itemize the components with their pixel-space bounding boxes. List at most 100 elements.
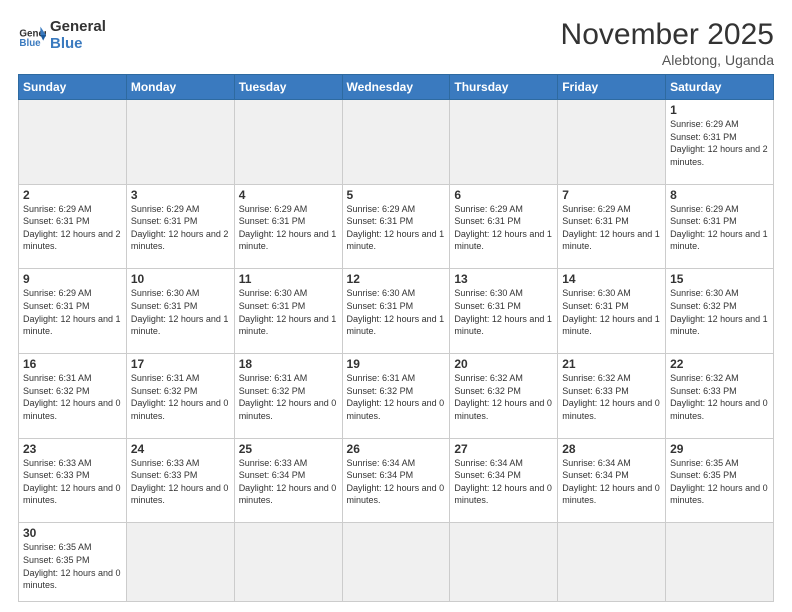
calendar-cell [342, 523, 450, 602]
calendar-cell: 8Sunrise: 6:29 AM Sunset: 6:31 PM Daylig… [666, 184, 774, 269]
page: General Blue General Blue November 2025 … [0, 0, 792, 612]
calendar-cell: 1Sunrise: 6:29 AM Sunset: 6:31 PM Daylig… [666, 100, 774, 185]
day-info: Sunrise: 6:34 AM Sunset: 6:34 PM Dayligh… [347, 457, 446, 507]
day-info: Sunrise: 6:29 AM Sunset: 6:31 PM Dayligh… [347, 203, 446, 253]
day-number: 28 [562, 442, 661, 456]
day-number: 4 [239, 188, 338, 202]
day-number: 26 [347, 442, 446, 456]
day-info: Sunrise: 6:34 AM Sunset: 6:34 PM Dayligh… [454, 457, 553, 507]
col-wednesday: Wednesday [342, 75, 450, 100]
day-info: Sunrise: 6:30 AM Sunset: 6:31 PM Dayligh… [562, 287, 661, 337]
day-number: 6 [454, 188, 553, 202]
day-number: 14 [562, 272, 661, 286]
col-thursday: Thursday [450, 75, 558, 100]
day-info: Sunrise: 6:34 AM Sunset: 6:34 PM Dayligh… [562, 457, 661, 507]
day-number: 19 [347, 357, 446, 371]
day-info: Sunrise: 6:29 AM Sunset: 6:31 PM Dayligh… [23, 203, 122, 253]
calendar-cell [234, 100, 342, 185]
day-number: 24 [131, 442, 230, 456]
col-friday: Friday [558, 75, 666, 100]
calendar-cell: 3Sunrise: 6:29 AM Sunset: 6:31 PM Daylig… [126, 184, 234, 269]
header: General Blue General Blue November 2025 … [18, 18, 774, 68]
day-info: Sunrise: 6:29 AM Sunset: 6:31 PM Dayligh… [670, 203, 769, 253]
calendar-cell [126, 100, 234, 185]
day-info: Sunrise: 6:29 AM Sunset: 6:31 PM Dayligh… [454, 203, 553, 253]
calendar-cell: 18Sunrise: 6:31 AM Sunset: 6:32 PM Dayli… [234, 354, 342, 439]
day-info: Sunrise: 6:35 AM Sunset: 6:35 PM Dayligh… [23, 541, 122, 591]
day-number: 13 [454, 272, 553, 286]
day-info: Sunrise: 6:29 AM Sunset: 6:31 PM Dayligh… [131, 203, 230, 253]
day-info: Sunrise: 6:29 AM Sunset: 6:31 PM Dayligh… [562, 203, 661, 253]
day-number: 9 [23, 272, 122, 286]
day-info: Sunrise: 6:29 AM Sunset: 6:31 PM Dayligh… [239, 203, 338, 253]
day-info: Sunrise: 6:30 AM Sunset: 6:31 PM Dayligh… [239, 287, 338, 337]
calendar-cell [450, 100, 558, 185]
calendar-cell: 9Sunrise: 6:29 AM Sunset: 6:31 PM Daylig… [19, 269, 127, 354]
calendar-cell: 7Sunrise: 6:29 AM Sunset: 6:31 PM Daylig… [558, 184, 666, 269]
day-number: 30 [23, 526, 122, 540]
logo-blue: Blue [50, 35, 106, 52]
col-sunday: Sunday [19, 75, 127, 100]
calendar-cell [558, 523, 666, 602]
day-info: Sunrise: 6:30 AM Sunset: 6:31 PM Dayligh… [131, 287, 230, 337]
day-number: 21 [562, 357, 661, 371]
calendar-table: Sunday Monday Tuesday Wednesday Thursday… [18, 74, 774, 602]
day-number: 3 [131, 188, 230, 202]
day-info: Sunrise: 6:32 AM Sunset: 6:32 PM Dayligh… [454, 372, 553, 422]
day-number: 11 [239, 272, 338, 286]
calendar-cell: 5Sunrise: 6:29 AM Sunset: 6:31 PM Daylig… [342, 184, 450, 269]
svg-text:Blue: Blue [19, 38, 41, 49]
calendar-cell: 11Sunrise: 6:30 AM Sunset: 6:31 PM Dayli… [234, 269, 342, 354]
day-number: 12 [347, 272, 446, 286]
day-number: 27 [454, 442, 553, 456]
calendar-cell [342, 100, 450, 185]
calendar-cell: 28Sunrise: 6:34 AM Sunset: 6:34 PM Dayli… [558, 438, 666, 523]
day-number: 25 [239, 442, 338, 456]
col-tuesday: Tuesday [234, 75, 342, 100]
day-info: Sunrise: 6:31 AM Sunset: 6:32 PM Dayligh… [23, 372, 122, 422]
calendar-cell: 4Sunrise: 6:29 AM Sunset: 6:31 PM Daylig… [234, 184, 342, 269]
day-info: Sunrise: 6:33 AM Sunset: 6:34 PM Dayligh… [239, 457, 338, 507]
calendar-cell: 26Sunrise: 6:34 AM Sunset: 6:34 PM Dayli… [342, 438, 450, 523]
day-info: Sunrise: 6:29 AM Sunset: 6:31 PM Dayligh… [23, 287, 122, 337]
day-number: 15 [670, 272, 769, 286]
calendar-cell: 19Sunrise: 6:31 AM Sunset: 6:32 PM Dayli… [342, 354, 450, 439]
day-info: Sunrise: 6:29 AM Sunset: 6:31 PM Dayligh… [670, 118, 769, 168]
calendar-cell: 2Sunrise: 6:29 AM Sunset: 6:31 PM Daylig… [19, 184, 127, 269]
col-saturday: Saturday [666, 75, 774, 100]
title-block: November 2025 Alebtong, Uganda [561, 18, 774, 68]
calendar-cell: 10Sunrise: 6:30 AM Sunset: 6:31 PM Dayli… [126, 269, 234, 354]
calendar-cell: 12Sunrise: 6:30 AM Sunset: 6:31 PM Dayli… [342, 269, 450, 354]
day-number: 29 [670, 442, 769, 456]
calendar-cell: 22Sunrise: 6:32 AM Sunset: 6:33 PM Dayli… [666, 354, 774, 439]
col-monday: Monday [126, 75, 234, 100]
day-number: 10 [131, 272, 230, 286]
calendar-cell: 25Sunrise: 6:33 AM Sunset: 6:34 PM Dayli… [234, 438, 342, 523]
day-info: Sunrise: 6:33 AM Sunset: 6:33 PM Dayligh… [131, 457, 230, 507]
location-label: Alebtong, Uganda [561, 52, 774, 68]
day-number: 18 [239, 357, 338, 371]
calendar-header-row: Sunday Monday Tuesday Wednesday Thursday… [19, 75, 774, 100]
calendar-cell [666, 523, 774, 602]
calendar-cell: 29Sunrise: 6:35 AM Sunset: 6:35 PM Dayli… [666, 438, 774, 523]
calendar-cell: 6Sunrise: 6:29 AM Sunset: 6:31 PM Daylig… [450, 184, 558, 269]
calendar-cell [234, 523, 342, 602]
calendar-cell: 16Sunrise: 6:31 AM Sunset: 6:32 PM Dayli… [19, 354, 127, 439]
calendar-cell [126, 523, 234, 602]
calendar-cell: 21Sunrise: 6:32 AM Sunset: 6:33 PM Dayli… [558, 354, 666, 439]
day-number: 17 [131, 357, 230, 371]
day-number: 5 [347, 188, 446, 202]
day-number: 8 [670, 188, 769, 202]
day-number: 7 [562, 188, 661, 202]
calendar-cell [19, 100, 127, 185]
month-year-title: November 2025 [561, 18, 774, 52]
calendar-cell: 24Sunrise: 6:33 AM Sunset: 6:33 PM Dayli… [126, 438, 234, 523]
day-info: Sunrise: 6:30 AM Sunset: 6:31 PM Dayligh… [347, 287, 446, 337]
day-info: Sunrise: 6:31 AM Sunset: 6:32 PM Dayligh… [347, 372, 446, 422]
day-info: Sunrise: 6:32 AM Sunset: 6:33 PM Dayligh… [670, 372, 769, 422]
day-info: Sunrise: 6:30 AM Sunset: 6:32 PM Dayligh… [670, 287, 769, 337]
day-info: Sunrise: 6:31 AM Sunset: 6:32 PM Dayligh… [239, 372, 338, 422]
day-number: 1 [670, 103, 769, 117]
day-number: 2 [23, 188, 122, 202]
logo-icon: General Blue [18, 21, 46, 49]
